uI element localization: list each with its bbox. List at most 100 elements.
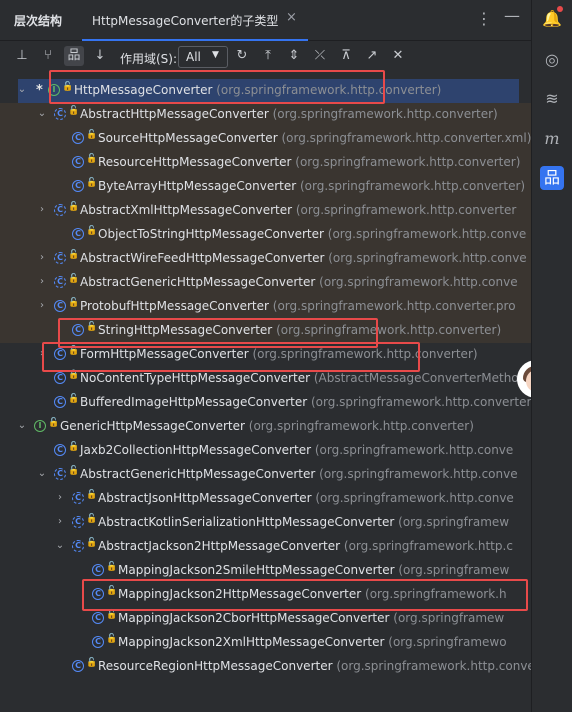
chevron-down-icon[interactable]: ⌄: [54, 540, 66, 551]
collapse-all-icon[interactable]: ⤫: [310, 46, 330, 66]
package-name: (org.springframework.http.converter.xml): [281, 131, 532, 145]
tree-row[interactable]: C 🔓 ResourceRegionHttpMessageConverter (or…: [0, 655, 552, 679]
sort-alphabetically-icon[interactable]: ↓: [90, 46, 110, 66]
public-access-icon: 🔓: [86, 130, 98, 140]
tree-row-label: AbstractGenericHttpMessageConverter (org…: [80, 467, 518, 481]
chevron-right-icon[interactable]: ›: [36, 276, 48, 287]
tree-row[interactable]: ⌄ I 🔓 GenericHttpMessageConverter (org.spri…: [0, 415, 531, 439]
class-hierarchy-icon[interactable]: 品: [64, 46, 84, 66]
tree-row-label: MappingJackson2XmlHttpMessageConverter (…: [118, 635, 507, 649]
public-access-icon: 🔓: [86, 490, 98, 500]
notifications-icon[interactable]: 🔔: [540, 6, 564, 31]
tree-row[interactable]: C 🔓 MappingJackson2XmlHttpMessageConverter…: [0, 631, 531, 655]
public-access-icon: 🔓: [68, 274, 80, 284]
public-access-icon: 🔓: [86, 538, 98, 548]
more-options-icon[interactable]: ⋮: [476, 9, 492, 28]
class-name: AbstractGenericHttpMessageConverter: [80, 275, 316, 289]
maven-icon[interactable]: m: [540, 127, 564, 151]
public-access-icon: 🔓: [106, 586, 118, 596]
abstract-class-icon: C: [54, 468, 66, 480]
open-in-window-icon[interactable]: ↗: [362, 46, 382, 66]
tree-row-label: NoContentTypeHttpMessageConverter (Abstr…: [80, 371, 519, 385]
tree-row[interactable]: ⌄ C 🔓 AbstractJackson2HttpMessageConverter …: [0, 535, 531, 559]
tree-row[interactable]: ⌄ C 🔓 AbstractHttpMessageConverter (org.spr…: [0, 103, 531, 127]
tree-row-label: AbstractHttpMessageConverter (org.spring…: [80, 107, 498, 121]
tree-row[interactable]: › C 🔓 AbstractWireFeedHttpMessageConverter …: [0, 247, 531, 271]
export-icon[interactable]: ⤒: [258, 46, 278, 66]
tree-row[interactable]: C 🔓 ObjectToStringHttpMessageConverter (or…: [0, 223, 531, 247]
tree-row-label: BufferedImageHttpMessageConverter (org.s…: [80, 395, 536, 409]
abstract-class-icon: C: [54, 276, 66, 288]
panel-title: 层次结构: [14, 14, 63, 28]
public-access-icon: 🔓: [68, 466, 80, 476]
chevron-right-icon[interactable]: ›: [36, 204, 48, 215]
tree-row[interactable]: › C 🔓 AbstractJsonHttpMessageConverter (org…: [0, 487, 531, 511]
package-name: (org.springframework.h: [365, 587, 507, 601]
abstract-class-icon: C: [54, 252, 66, 264]
refresh-icon[interactable]: ↻: [232, 46, 252, 66]
public-access-icon: 🔓: [106, 562, 118, 572]
public-access-icon: 🔓: [68, 202, 80, 212]
chevron-right-icon[interactable]: ›: [36, 348, 48, 359]
tree-row[interactable]: C 🔓 MappingJackson2CborHttpMessageConverte…: [0, 607, 531, 631]
hierarchy-icon[interactable]: 品: [540, 166, 564, 190]
chevron-right-icon[interactable]: ›: [54, 492, 66, 503]
class-name: AbstractJackson2HttpMessageConverter: [98, 539, 341, 553]
chevron-right-icon[interactable]: ›: [36, 300, 48, 311]
chevron-right-icon[interactable]: ›: [54, 516, 66, 527]
ai-assistant-icon[interactable]: ◎: [540, 48, 564, 72]
chevron-right-icon[interactable]: ›: [36, 252, 48, 263]
tree-row-label: AbstractWireFeedHttpMessageConverter (or…: [80, 251, 527, 265]
tree-row[interactable]: C 🔓 MappingJackson2HttpMessageConverter (o…: [0, 583, 531, 607]
chevron-down-icon[interactable]: ⌄: [16, 84, 28, 95]
database-icon[interactable]: ≋: [540, 87, 564, 111]
subtypes-hierarchy-icon[interactable]: ⊥: [12, 46, 32, 66]
chevron-down-icon[interactable]: ⌄: [36, 108, 48, 119]
class-icon: C: [54, 300, 66, 312]
class-name: AbstractJsonHttpMessageConverter: [98, 491, 312, 505]
public-access-icon: 🔓: [68, 442, 80, 452]
package-name: (org.springframework.http.conve: [327, 227, 527, 241]
class-name: ResourceHttpMessageConverter: [98, 155, 292, 169]
chevron-down-icon[interactable]: ⌄: [36, 468, 48, 479]
tree-row[interactable]: › C 🔓 FormHttpMessageConverter (org.springf…: [0, 343, 531, 367]
tree-row[interactable]: › C 🔓 AbstractXmlHttpMessageConverter (org.…: [0, 199, 531, 223]
tree-row-label: MappingJackson2SmileHttpMessageConverter…: [118, 563, 509, 577]
tree-row[interactable]: › C 🔓 ProtobufHttpMessageConverter (org.spr…: [0, 295, 531, 319]
tree-row[interactable]: › C 🔓 AbstractKotlinSerializationHttpMessag…: [0, 511, 531, 535]
close-hierarchy-icon[interactable]: ✕: [388, 46, 408, 66]
scope-dropdown[interactable]: All ▼: [178, 46, 228, 68]
package-name: (org.springframework.http.converter: [295, 203, 517, 217]
class-icon: C: [72, 324, 84, 336]
public-access-icon: 🔓: [86, 658, 98, 668]
class-name: AbstractHttpMessageConverter: [80, 107, 269, 121]
tree-row-label: AbstractGenericHttpMessageConverter (org…: [80, 275, 518, 289]
tree-row[interactable]: C 🔓 MappingJackson2SmileHttpMessageConvert…: [0, 559, 531, 583]
close-icon[interactable]: ×: [286, 10, 297, 25]
class-name: MappingJackson2XmlHttpMessageConverter: [118, 635, 385, 649]
tree-row[interactable]: C 🔓 ByteArrayHttpMessageConverter (org.spr…: [0, 175, 531, 199]
tab-httpmessageconverter-subtypes[interactable]: HttpMessageConverter的子类型 ×: [82, 0, 308, 41]
tree-row-label: Jaxb2CollectionHttpMessageConverter (org…: [80, 443, 513, 457]
pin-icon[interactable]: ⊼: [336, 46, 356, 66]
tree-row[interactable]: C 🔓 Jaxb2CollectionHttpMessageConverter (o…: [0, 439, 531, 463]
tree-row-label: AbstractXmlHttpMessageConverter (org.spr…: [80, 203, 516, 217]
class-icon: C: [72, 228, 84, 240]
tree-row[interactable]: ⌄ C 🔓 AbstractGenericHttpMessageConverter (…: [0, 463, 531, 487]
minimize-icon[interactable]: —: [504, 6, 520, 25]
package-name: (org.springframework.http.conve: [315, 491, 514, 505]
tree-row[interactable]: C 🔓 ResourceHttpMessageConverter (org.spri…: [0, 151, 531, 175]
tree-row[interactable]: C 🔓 StringHttpMessageConverter (org.spring…: [0, 319, 531, 343]
tree-row[interactable]: C 🔒 NoContentTypeHttpMessageConverter (Abs…: [0, 367, 531, 391]
package-name: (org.springframew: [393, 611, 505, 625]
tree-row[interactable]: ⌄ * I 🔓 HttpMessageConverter (org.springfram…: [18, 79, 519, 103]
class-name: ResourceRegionHttpMessageConverter: [98, 659, 333, 673]
class-name: AbstractXmlHttpMessageConverter: [80, 203, 293, 217]
class-icon: C: [54, 348, 66, 360]
supertypes-hierarchy-icon[interactable]: ⑂: [38, 46, 58, 66]
expand-all-icon[interactable]: ⇕: [284, 46, 304, 66]
tree-row[interactable]: C 🔓 SourceHttpMessageConverter (org.spring…: [0, 127, 531, 151]
chevron-down-icon[interactable]: ⌄: [16, 420, 28, 431]
tree-row[interactable]: › C 🔓 AbstractGenericHttpMessageConverter (…: [0, 271, 531, 295]
tree-row[interactable]: C 🔓 BufferedImageHttpMessageConverter (org…: [0, 391, 536, 415]
